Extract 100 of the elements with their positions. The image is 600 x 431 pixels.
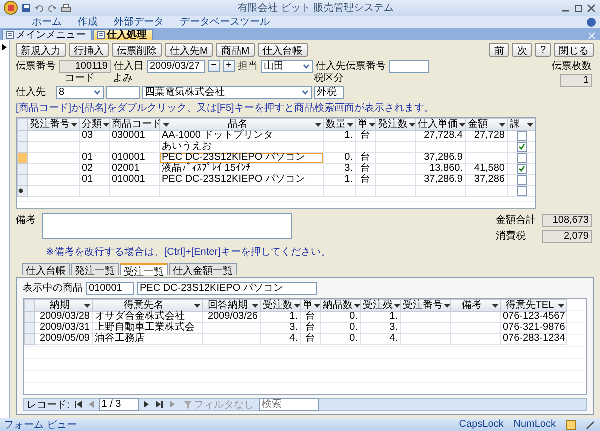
column-header[interactable]: 受注数 (260, 300, 300, 312)
design-view-icon[interactable] (586, 420, 596, 430)
column-header[interactable]: 得意先名 (92, 300, 202, 312)
dropdown-arrow-icon (84, 304, 91, 308)
toolbar-button[interactable]: 仕入先M (165, 43, 214, 57)
redo-icon[interactable] (48, 4, 57, 12)
document-tab[interactable]: メインメニュー (2, 29, 92, 40)
supplier-slip-field[interactable] (389, 60, 429, 72)
column-header[interactable]: 品名 (160, 118, 324, 130)
staff-combo[interactable]: 山田 (261, 60, 313, 72)
notes-hint: ※備考を改行する場合は、[Ctrl]+[Enter]キーを押してください。 (45, 246, 332, 259)
view-mode-text: フォーム ビュー (4, 418, 77, 431)
column-header[interactable]: 回答納期 (202, 300, 260, 312)
dropdown-arrow-icon (194, 304, 201, 308)
toolbar-button[interactable]: 新規入力 (16, 43, 66, 57)
field-label: 備考 (16, 214, 36, 227)
form-view-icon[interactable] (566, 420, 576, 430)
form-icon (97, 31, 105, 39)
toolbar-button[interactable]: 仕入台帳 (258, 43, 308, 57)
select-all-cell[interactable] (24, 300, 34, 312)
nav-button[interactable]: 前 (489, 43, 510, 57)
slip-number-field: 100119 (59, 60, 111, 72)
next-record-button[interactable] (142, 399, 151, 410)
column-header[interactable]: 単 (356, 118, 376, 130)
checkbox[interactable] (516, 142, 526, 152)
ribbon-tab[interactable]: データベースツール (180, 15, 270, 29)
date-field[interactable]: 2009/03/27 (147, 60, 205, 72)
undo-icon[interactable] (35, 4, 44, 12)
column-header[interactable]: 受注番号 (400, 300, 450, 312)
column-header[interactable]: 発注番号 (28, 118, 80, 130)
table-cell: 2009/05/09 (34, 334, 92, 344)
dropdown-arrow-icon (71, 122, 78, 126)
field-label: 仕入日 (114, 60, 144, 73)
record-position-field[interactable]: 1 / 3 (98, 398, 139, 411)
column-header[interactable]: 納期 (34, 300, 92, 312)
sub-tab[interactable]: 仕入台帳 (22, 263, 70, 275)
new-record-icon (170, 401, 177, 408)
nav-button[interactable]: 次 (512, 43, 532, 57)
checkbox[interactable] (516, 186, 526, 196)
column-header[interactable]: 数量 (324, 118, 356, 130)
table-cell: PEC DC-23S12KIEPO パソコン (160, 152, 324, 164)
notes-field[interactable] (42, 213, 292, 239)
column-header[interactable]: 受注残 (360, 300, 400, 312)
supplier-code-combo[interactable]: 8 (56, 86, 104, 98)
table-cell: 液晶ﾃﾞｨｽﾌﾟﾚｲ 15ｲﾝﾁ (160, 164, 324, 174)
toolbar-button[interactable]: 行挿入 (69, 43, 109, 57)
record-label: レコード: (27, 398, 70, 412)
maximize-icon[interactable] (574, 4, 583, 12)
toolbar-button[interactable]: 伝票削除 (112, 43, 162, 57)
field-label: 消費税 (496, 230, 527, 243)
column-header[interactable]: 分類 (80, 118, 110, 130)
hint-text: [商品コード]か[品名]をダブルクリック、又は[F5]キーを押すと商品検索画面が表示されます。 (16, 102, 436, 115)
field-label: コード (64, 74, 96, 84)
ribbon-tab[interactable]: 作成 (78, 15, 98, 29)
table-cell: 油谷工務店 (92, 334, 202, 344)
first-record-button[interactable] (72, 399, 84, 410)
total-field: 2,079 (542, 230, 592, 242)
close-icon[interactable] (587, 4, 596, 12)
reading-field[interactable] (106, 86, 140, 98)
column-header[interactable]: 金額 (466, 118, 508, 130)
select-all-cell[interactable] (18, 118, 28, 130)
field-label: 伝票枚数 (552, 60, 592, 73)
last-record-button[interactable] (154, 399, 165, 410)
save-icon[interactable] (22, 4, 31, 12)
document-tab[interactable]: 仕入処理 (93, 29, 153, 40)
column-header[interactable]: 単 (300, 300, 320, 312)
column-header[interactable]: 課 (508, 118, 535, 130)
date-minus-button[interactable]: − (208, 60, 220, 72)
checkbox[interactable] (516, 153, 526, 163)
column-header[interactable]: 仕入単価 (416, 118, 466, 130)
print-icon[interactable] (61, 4, 71, 12)
nav-button[interactable]: 閉じる (554, 43, 594, 57)
column-header[interactable]: 納品数 (320, 300, 360, 312)
tax-type-field[interactable]: 外税 (314, 86, 344, 98)
product-name-field: PEC DC-23S12KIEPO パソコン (137, 282, 317, 294)
table-cell: 076-123-4567 (500, 312, 566, 322)
supplier-name-combo[interactable]: 四葉電気株式会社 (142, 86, 312, 98)
last-record-icon (156, 401, 163, 408)
dropdown-arrow-icon (394, 304, 401, 308)
sub-tab[interactable]: 受注一覧 (120, 263, 168, 275)
dropdown-arrow-icon (347, 122, 354, 126)
sub-tab[interactable]: 仕入金額一覧 (169, 263, 237, 275)
date-plus-button[interactable]: + (223, 60, 235, 72)
dropdown-arrow-icon (369, 122, 376, 126)
field-label: 仕入先伝票番号 (316, 60, 386, 72)
ribbon-tab[interactable]: 外部データ (114, 15, 164, 29)
sub-tab[interactable]: 発注一覧 (71, 263, 119, 275)
checkbox[interactable] (516, 164, 526, 174)
nav-button[interactable]: ? (535, 43, 551, 57)
checkbox[interactable] (516, 131, 526, 141)
checkbox[interactable] (516, 175, 526, 185)
office-button[interactable] (4, 1, 18, 15)
ribbon-tab[interactable]: ホーム (32, 15, 62, 29)
column-header[interactable]: 得意先TEL (500, 300, 566, 312)
search-field[interactable]: 検索 (258, 398, 319, 411)
field-label: 税区分 (314, 74, 344, 84)
toolbar-button[interactable]: 商品M (216, 43, 255, 57)
column-header[interactable]: 発注数 (376, 118, 416, 130)
table-cell: AA-1000 ドットプリンタ (160, 130, 324, 142)
column-header[interactable]: 備考 (450, 300, 500, 312)
